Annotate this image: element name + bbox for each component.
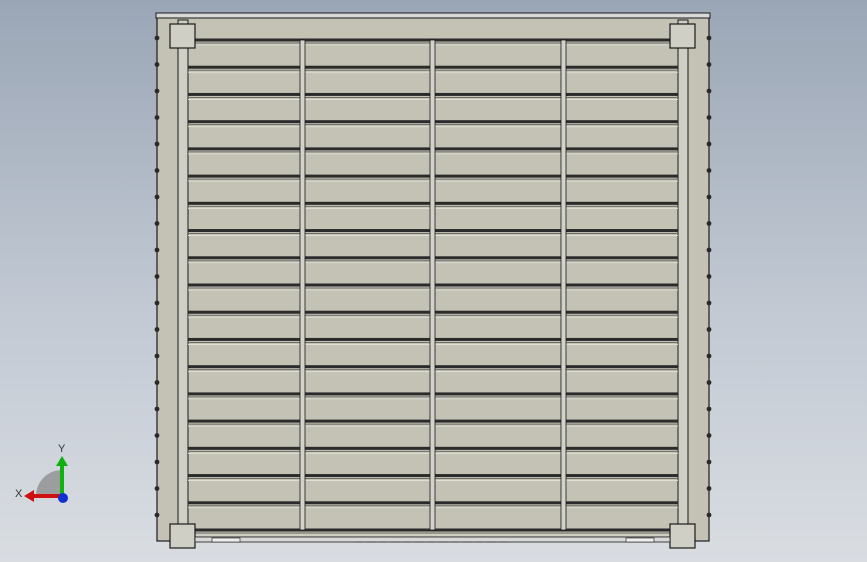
corner-block — [169, 23, 196, 49]
right-post — [677, 19, 689, 537]
bolt-right — [706, 168, 712, 173]
bolt-right — [706, 486, 712, 491]
triad-x-label: X — [15, 488, 23, 500]
bolt-left — [154, 300, 160, 306]
bolt-left — [154, 88, 160, 94]
bolt-left — [154, 35, 160, 41]
bolt-right — [706, 433, 712, 438]
bolt-left — [154, 168, 160, 173]
model-louvered-panel[interactable] — [0, 0, 867, 562]
corner-block — [169, 523, 196, 549]
triad-gray-wedge-icon — [36, 470, 62, 496]
bolt-right — [706, 327, 712, 332]
bottom-base — [194, 536, 671, 543]
bolt-left — [154, 194, 160, 200]
bolt-right — [706, 380, 712, 385]
triad-x-arrow-icon — [24, 490, 34, 502]
bolt-left — [154, 353, 160, 359]
bolt-left — [154, 115, 160, 120]
bolt-left — [154, 247, 160, 253]
bolt-right — [706, 194, 712, 200]
bolt-left — [154, 512, 160, 518]
graphics-viewport[interactable]: Y X — [0, 0, 867, 562]
triad-z-axis-dot-icon — [58, 493, 68, 503]
bolt-left — [154, 141, 160, 147]
bolt-left — [154, 221, 160, 226]
corner-block — [669, 523, 696, 549]
bolt-left — [154, 327, 160, 332]
bolt-right — [706, 274, 712, 279]
top-rim — [155, 12, 711, 19]
bolt-right — [706, 88, 712, 94]
bolt-left — [154, 486, 160, 491]
triad-y-arrow-icon — [56, 456, 68, 466]
left-post — [177, 19, 189, 537]
bolt-left — [154, 274, 160, 279]
bolt-right — [706, 300, 712, 306]
vertical-divider — [429, 39, 436, 531]
bolt-left — [154, 406, 160, 412]
bolt-right — [706, 115, 712, 120]
bolt-right — [706, 353, 712, 359]
bolt-left — [154, 380, 160, 385]
bolt-left — [154, 62, 160, 67]
bolt-right — [706, 406, 712, 412]
bolt-right — [706, 35, 712, 41]
bottom-foot-right — [625, 537, 655, 543]
view-orientation-triad: Y X — [15, 443, 68, 503]
bolt-left — [154, 433, 160, 438]
vertical-divider — [560, 39, 567, 531]
triad-y-label: Y — [58, 443, 66, 455]
bolt-right — [706, 512, 712, 518]
bolt-right — [706, 141, 712, 147]
bolt-left — [154, 459, 160, 465]
bolt-right — [706, 459, 712, 465]
corner-block — [669, 23, 696, 49]
vertical-divider — [299, 39, 306, 531]
bolt-right — [706, 221, 712, 226]
bolt-right — [706, 62, 712, 67]
bottom-foot-left — [211, 537, 241, 543]
bolt-right — [706, 247, 712, 253]
